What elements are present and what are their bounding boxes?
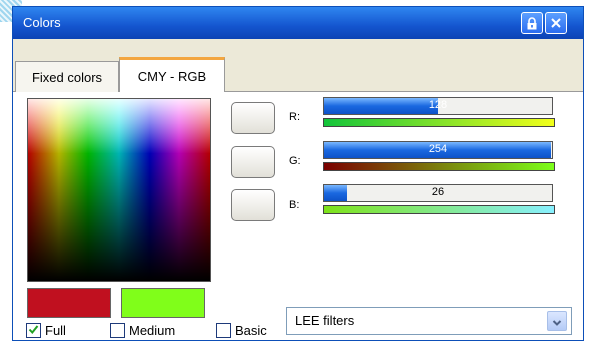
full-label: Full <box>45 323 66 338</box>
blue-value: 26 <box>431 186 445 198</box>
tab-fixed-colors[interactable]: Fixed colors <box>15 61 119 92</box>
chevron-down-icon <box>552 312 562 331</box>
close-icon <box>550 17 562 29</box>
red-color-button[interactable] <box>231 102 275 134</box>
red-value: 128 <box>428 99 448 111</box>
cmy-rgb-panel: R: 128 G: 254 B: 26 <box>13 92 583 340</box>
full-checkbox-box[interactable] <box>26 323 41 338</box>
blue-gradient <box>323 205 555 214</box>
basic-checkbox-box[interactable] <box>216 323 231 338</box>
lock-icon <box>526 16 538 30</box>
basic-label: Basic <box>235 323 267 338</box>
medium-checkbox-box[interactable] <box>110 323 125 338</box>
blue-color-button[interactable] <box>231 189 275 221</box>
green-color-button[interactable] <box>231 146 275 178</box>
dropdown-button[interactable] <box>547 311 567 331</box>
basic-checkbox[interactable]: Basic <box>216 323 267 338</box>
blue-slider[interactable]: 26 <box>323 184 553 202</box>
lock-button[interactable] <box>521 12 543 34</box>
new-color-swatch <box>121 288 205 318</box>
red-label: R: <box>289 111 300 123</box>
green-value: 254 <box>428 143 448 155</box>
tab-label: Fixed colors <box>31 69 103 85</box>
red-slider[interactable]: 128 <box>323 97 553 115</box>
colors-window: Colors Fixed colors CMY - RGB R: 128 G: … <box>12 6 584 341</box>
tab-strip: Fixed colors CMY - RGB <box>13 39 583 92</box>
green-gradient <box>323 162 555 171</box>
tab-label: CMY - RGB <box>137 68 207 84</box>
checkmark-icon <box>28 323 39 338</box>
medium-checkbox[interactable]: Medium <box>110 323 175 338</box>
close-button[interactable] <box>545 12 567 34</box>
red-gradient <box>323 118 555 127</box>
palette-select[interactable]: LEE filters <box>286 307 572 335</box>
tab-cmy-rgb[interactable]: CMY - RGB <box>119 57 225 92</box>
full-checkbox[interactable]: Full <box>26 323 66 338</box>
blue-label: B: <box>289 199 300 211</box>
current-color-swatch <box>27 288 111 318</box>
color-spectrum-picker[interactable] <box>27 98 211 282</box>
palette-select-value: LEE filters <box>295 313 355 328</box>
medium-label: Medium <box>129 323 176 338</box>
window-title: Colors <box>23 15 61 30</box>
title-bar[interactable]: Colors <box>13 7 583 39</box>
green-slider[interactable]: 254 <box>323 141 553 159</box>
green-label: G: <box>289 155 301 167</box>
